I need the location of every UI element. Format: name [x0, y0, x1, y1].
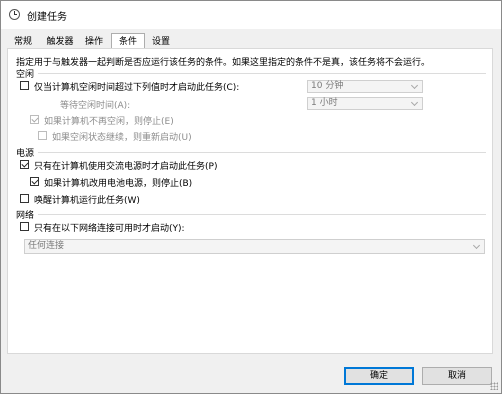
tab-general[interactable]: 常规 — [9, 35, 37, 49]
wake-to-run-checkbox[interactable] — [20, 194, 29, 203]
idle-duration-value: 10 分钟 — [311, 81, 344, 91]
wait-for-idle-value: 1 小时 — [311, 98, 338, 108]
network-connection-value: 任何连接 — [28, 241, 65, 251]
only-if-network-checkbox[interactable] — [20, 222, 29, 231]
ac-power-only-checkbox[interactable] — [20, 160, 29, 169]
wait-for-idle-label: 等待空闲时间(A): — [60, 101, 131, 111]
idle-divider — [38, 73, 486, 74]
stop-if-not-idle-checkbox[interactable] — [30, 115, 39, 124]
tab-settings[interactable]: 设置 — [147, 35, 175, 49]
window-title: 创建任务 — [27, 12, 67, 23]
network-heading: 网络 — [16, 211, 35, 221]
ac-power-only-label[interactable]: 只有在计算机使用交流电源时才启动此任务(P) — [34, 159, 217, 172]
tab-triggers[interactable]: 触发器 — [43, 35, 77, 49]
start-only-if-idle-checkbox[interactable] — [20, 81, 29, 90]
cancel-button[interactable]: 取消 — [422, 367, 492, 385]
network-connection-select[interactable]: 任何连接 — [24, 239, 485, 254]
restart-if-idle-resumes-label[interactable]: 如果空闲状态继续，则重新启动(U) — [52, 130, 192, 143]
chevron-down-icon — [472, 241, 481, 250]
stop-on-battery-checkbox[interactable] — [30, 177, 39, 186]
conditions-description: 指定用于与触发器一起判断是否应运行该任务的条件。如果这里指定的条件不是真，该任务… — [16, 58, 431, 68]
conditions-panel: 指定用于与触发器一起判断是否应运行该任务的条件。如果这里指定的条件不是真，该任务… — [7, 48, 493, 354]
chevron-down-icon — [410, 98, 419, 107]
only-if-network-label[interactable]: 只有在以下网络连接可用时才启动(Y): — [34, 221, 185, 234]
idle-heading: 空闲 — [16, 70, 35, 80]
network-divider — [38, 214, 486, 215]
stop-on-battery-label[interactable]: 如果计算机改用电池电源，则停止(B) — [44, 176, 192, 189]
create-task-dialog: 创建任务 常规 触发器 操作 条件 设置 指定用于与触发器一起判断是否应运行该任… — [0, 0, 502, 394]
title-bar: 创建任务 — [1, 1, 501, 29]
tab-actions[interactable]: 操作 — [80, 35, 108, 49]
chevron-down-icon — [410, 81, 419, 90]
wake-to-run-label[interactable]: 唤醒计算机运行此任务(W) — [34, 193, 140, 206]
power-heading: 电源 — [16, 149, 35, 159]
idle-duration-select[interactable]: 10 分钟 — [307, 80, 423, 93]
start-only-if-idle-label[interactable]: 仅当计算机空闲时间超过下列值时才启动此任务(C): — [34, 80, 239, 93]
clock-icon — [9, 9, 20, 20]
tab-conditions[interactable]: 条件 — [111, 33, 145, 49]
restart-if-idle-resumes-checkbox[interactable] — [38, 131, 47, 140]
wait-for-idle-select[interactable]: 1 小时 — [307, 97, 423, 110]
resize-grip-icon[interactable] — [490, 382, 498, 390]
tab-strip: 常规 触发器 操作 条件 设置 — [7, 33, 487, 49]
stop-if-not-idle-label[interactable]: 如果计算机不再空闲，则停止(E) — [44, 114, 174, 127]
ok-button[interactable]: 确定 — [344, 367, 414, 385]
power-divider — [38, 152, 486, 153]
